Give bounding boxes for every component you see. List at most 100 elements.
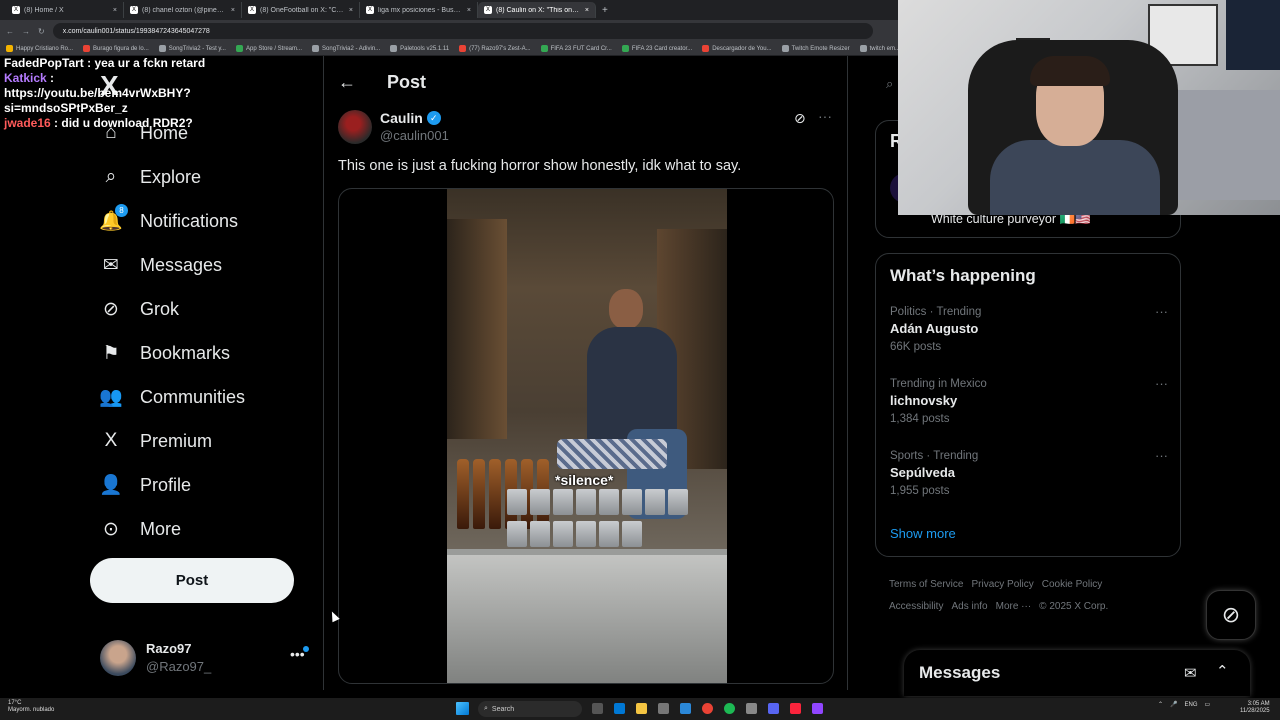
trend-item[interactable]: Trending in Mexico lichnovsky 1,384 posts ·… — [890, 376, 1170, 425]
trend-more-icon[interactable]: ··· — [1155, 448, 1168, 463]
system-tray[interactable]: ⌃ 🎤 ENG ▭ — [1158, 701, 1211, 709]
account-switcher[interactable]: Razo97 @Razo97_ ••• — [100, 638, 312, 678]
footer-link[interactable]: Privacy Policy — [971, 579, 1033, 590]
background-bed — [1168, 90, 1280, 200]
close-tab-icon[interactable]: × — [113, 7, 117, 14]
grok-fab-icon[interactable]: ⊘ — [1206, 590, 1256, 640]
bookmark-item[interactable]: SongTrivia2 - Adivin... — [312, 45, 380, 52]
footer-link[interactable]: Terms of Service — [889, 579, 963, 590]
trend-more-icon[interactable]: ··· — [1155, 304, 1168, 319]
verified-badge-icon: ✓ — [426, 111, 441, 125]
bookmark-favicon-icon — [6, 45, 13, 52]
close-tab-icon[interactable]: × — [585, 7, 589, 14]
footer-link[interactable]: More ··· — [996, 601, 1032, 612]
close-tab-icon[interactable]: × — [467, 7, 471, 14]
tray-lang[interactable]: ENG — [1185, 702, 1198, 708]
browser-tab[interactable]: X (8) OneFootball on X: "Cristian... × — [242, 2, 360, 18]
bookmark-item[interactable]: SongTrivia2 - Test y... — [158, 45, 226, 52]
edge-icon[interactable] — [614, 703, 625, 714]
post-video[interactable]: *silence* — [338, 188, 834, 684]
chat-username: Katkick — [4, 71, 47, 85]
discord-icon[interactable] — [768, 703, 779, 714]
nav-item-grok[interactable]: ⊘ Grok — [100, 294, 179, 324]
footer-link[interactable]: Accessibility — [889, 601, 943, 612]
trend-item[interactable]: Politics · Trending Adán Augusto 66K posts… — [890, 304, 1170, 353]
bookmark-icon: ⚑ — [100, 342, 122, 364]
taskbar-search[interactable]: ⌕ Search — [478, 701, 582, 717]
app-icon[interactable] — [746, 703, 757, 714]
grok-icon[interactable]: ⊘ — [794, 110, 806, 127]
browser-tab[interactable]: Xliga mx posiciones - Buscar co... × — [360, 2, 478, 18]
grok-icon-glyph: ⊘ — [103, 298, 119, 320]
network-icon[interactable]: ▭ — [1205, 701, 1211, 708]
video-cushion — [557, 439, 667, 469]
mic-icon[interactable]: 🎤 — [1170, 701, 1177, 708]
browser-tab[interactable]: X (8) Home / X × — [6, 2, 124, 18]
author-handle[interactable]: @caulin001 — [380, 128, 449, 143]
nav-item-label: More — [140, 518, 182, 539]
author-avatar[interactable] — [338, 110, 372, 144]
new-tab-icon[interactable]: + — [602, 5, 608, 16]
trend-item[interactable]: Sports · Trending Sepúlveda 1,955 posts ··· — [890, 448, 1170, 497]
x-favicon-icon: X — [12, 6, 20, 14]
footer-link[interactable]: Cookie Policy — [1042, 579, 1103, 590]
back-nav-icon[interactable]: ← — [6, 27, 14, 36]
streamer-hair — [1030, 56, 1110, 86]
bookmark-item[interactable]: FIFA 23 FUT Card Cr... — [540, 45, 612, 52]
bookmark-item[interactable]: Burago figura de lo... — [83, 45, 149, 52]
author-name[interactable]: Caulin ✓ — [380, 110, 441, 126]
spotify-icon[interactable] — [724, 703, 735, 714]
weather-widget[interactable]: 17°C Mayorm. nublado — [8, 700, 54, 714]
bookmark-item[interactable]: Twitch Emote Resizer — [781, 45, 850, 52]
post-button[interactable]: Post — [90, 558, 294, 603]
nav-item-communities[interactable]: 👥 Communities — [99, 382, 245, 412]
nav-item-bookmarks[interactable]: ⚑ Bookmarks — [100, 338, 230, 368]
bookmark-item[interactable]: (77) Razo97's Zest-A... — [459, 45, 531, 52]
nav-item-notifications[interactable]: 🔔 8 Notifications — [99, 204, 238, 236]
close-tab-icon[interactable]: × — [349, 7, 353, 14]
task-view-icon[interactable] — [592, 703, 603, 714]
bookmark-item[interactable]: App Store / Stream... — [235, 45, 302, 52]
bookmark-item[interactable]: FIFA 23 Card creator... — [621, 45, 692, 52]
nav-item-profile[interactable]: 👤 Profile — [99, 470, 191, 500]
bookmark-item[interactable]: Happy Cristiano Ro... — [6, 45, 73, 52]
video-frame[interactable]: *silence* — [447, 189, 727, 683]
messages-drawer[interactable]: Messages ✉ ⌃ — [904, 650, 1250, 696]
post-text: This one is just a fucking horror show h… — [338, 158, 742, 174]
footer-link[interactable]: © 2025 X Corp. — [1039, 601, 1108, 612]
clock[interactable]: 3:05 AM 11/28/2025 — [1240, 701, 1270, 715]
expand-chevrons-icon[interactable]: ⌃ — [1216, 662, 1229, 680]
chat-line: FadedPopTart : yea ur a fckn retard — [4, 56, 206, 70]
bookmark-item[interactable]: Paletools v25.1.11 — [390, 45, 449, 52]
show-more-link[interactable]: Show more — [890, 526, 956, 541]
bookmark-item[interactable]: twitch em... — [859, 45, 900, 52]
forward-nav-icon[interactable]: → — [22, 27, 30, 36]
footer-link[interactable]: Ads info — [951, 601, 987, 612]
mail-icon[interactable] — [680, 703, 691, 714]
trend-more-icon[interactable]: ··· — [1155, 376, 1168, 391]
chrome-icon[interactable] — [702, 703, 713, 714]
bookmark-icon-glyph: ⚑ — [102, 342, 120, 364]
post-more-icon[interactable]: ··· — [818, 108, 832, 124]
tray-chevron-icon[interactable]: ⌃ — [1158, 701, 1163, 708]
url-input[interactable]: x.com/caulin001/status/19938472436450472… — [52, 23, 873, 39]
bookmark-item[interactable]: Descargador de You... — [702, 45, 772, 52]
weather-temp: 17°C — [8, 700, 22, 706]
search-icon[interactable]: ⌕ — [886, 76, 893, 92]
store-icon[interactable] — [658, 703, 669, 714]
new-message-icon[interactable]: ✉ — [1184, 664, 1197, 682]
nav-item-explore[interactable]: ⌕ Explore — [100, 162, 201, 192]
nav-item-more[interactable]: ⊙ More — [100, 514, 181, 544]
back-arrow-icon[interactable]: ← — [338, 72, 356, 93]
close-tab-icon[interactable]: × — [231, 7, 235, 14]
twitch-icon[interactable] — [812, 703, 823, 714]
start-icon[interactable] — [456, 702, 469, 715]
nav-item-messages[interactable]: ✉ Messages — [100, 250, 222, 280]
browser-tab[interactable]: X (8) chanel ozton (@pineapple... × — [124, 2, 242, 18]
reload-icon[interactable]: ↻ — [38, 27, 45, 36]
file-explorer-icon[interactable] — [636, 703, 647, 714]
nav-item-premium[interactable]: X Premium — [100, 426, 212, 456]
author-name-text: Caulin — [380, 110, 423, 126]
browser-tab[interactable]: X (8) Caulin on X: "This one is... × — [478, 2, 596, 18]
music-icon[interactable] — [790, 703, 801, 714]
